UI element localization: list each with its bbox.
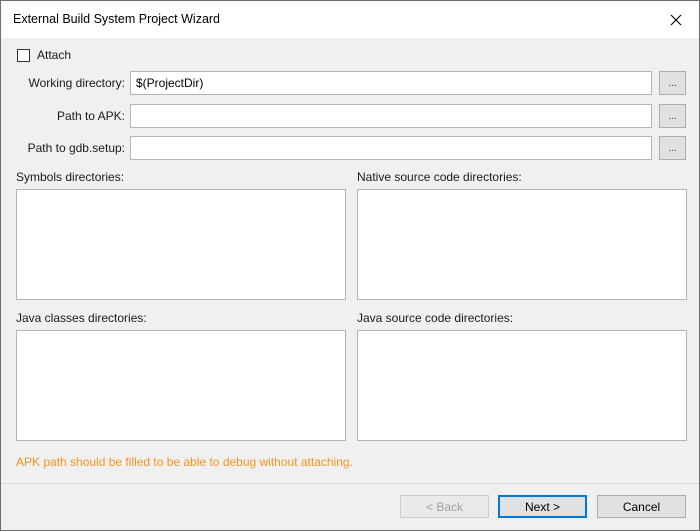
back-button[interactable]: < Back [400,495,489,518]
native-source-directories-list[interactable] [357,189,687,300]
path-to-apk-browse-button[interactable]: ... [659,104,686,128]
working-directory-input[interactable]: $(ProjectDir) [130,71,652,95]
wizard-window: External Build System Project Wizard Att… [0,0,700,531]
title-bar: External Build System Project Wizard [1,1,699,38]
attach-checkbox[interactable] [17,48,30,62]
attach-label[interactable]: Attach [37,48,71,62]
java-classes-directories-list[interactable] [16,330,346,441]
window-title: External Build System Project Wizard [13,12,221,26]
apk-warning-message: APK path should be filled to be able to … [16,455,353,469]
close-icon [670,14,682,25]
attach-row: Attach [17,48,71,62]
working-directory-browse-button[interactable]: ... [659,71,686,95]
native-source-directories-label: Native source code directories: [357,170,522,184]
symbols-directories-list[interactable] [16,189,346,300]
path-to-gdb-setup-input[interactable] [130,136,652,160]
button-bar: < Back Next > Cancel [1,483,699,530]
path-to-gdb-setup-browse-button[interactable]: ... [659,136,686,160]
close-button[interactable] [653,1,699,38]
path-to-apk-label: Path to APK: [56,109,125,123]
working-directory-label: Working directory: [28,76,125,90]
path-to-apk-input[interactable] [130,104,652,128]
symbols-directories-label: Symbols directories: [16,170,125,184]
java-source-directories-label: Java source code directories: [357,311,514,325]
next-button[interactable]: Next > [498,495,587,518]
java-classes-directories-label: Java classes directories: [16,311,147,325]
path-to-gdb-setup-label: Path to gdb.setup: [27,141,125,155]
cancel-button[interactable]: Cancel [597,495,686,518]
java-source-directories-list[interactable] [357,330,687,441]
